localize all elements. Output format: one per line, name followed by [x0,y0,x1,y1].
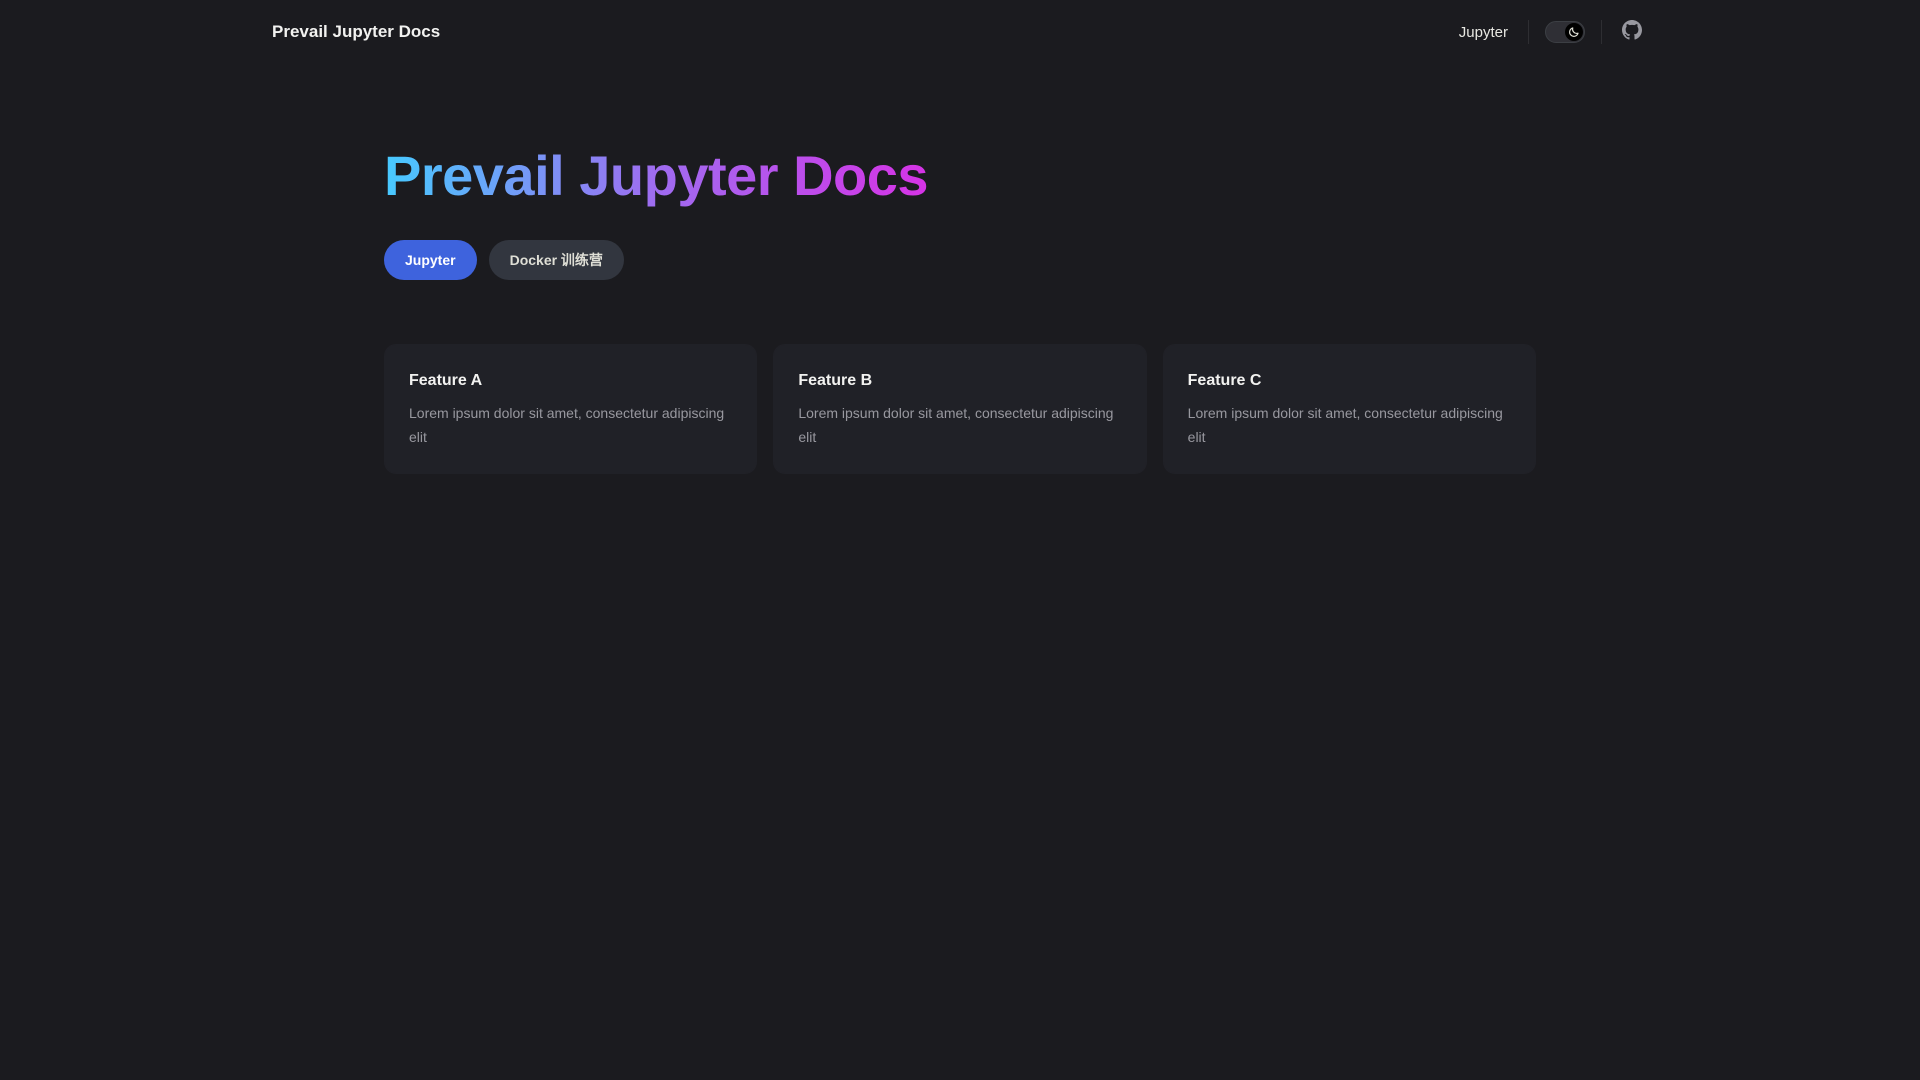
theme-toggle-switch[interactable] [1545,21,1585,43]
nav-link-jupyter[interactable]: Jupyter [1447,24,1520,41]
github-link[interactable] [1614,14,1650,50]
feature-title: Feature C [1187,372,1262,389]
jupyter-button[interactable]: Jupyter [384,240,477,280]
feature-details: Lorem ipsum dolor sit amet, consectetur … [1187,405,1503,445]
nav-divider [1601,20,1602,44]
feature-card-c[interactable]: Feature C Lorem ipsum dolor sit amet, co… [1162,344,1536,474]
hero-section: Prevail Jupyter Docs Jupyter Docker 训练营 [384,136,1536,280]
feature-title: Feature A [409,372,483,389]
nav-divider [1528,20,1529,44]
feature-details: Lorem ipsum dolor sit amet, consectetur … [409,405,725,445]
features-section: Feature A Lorem ipsum dolor sit amet, co… [384,344,1536,474]
github-icon [1622,19,1642,45]
moon-icon [1565,23,1583,41]
feature-title: Feature B [798,372,873,389]
site-title-link[interactable]: Prevail Jupyter Docs [272,0,440,64]
docker-camp-button[interactable]: Docker 训练营 [488,240,624,280]
nav-right: Jupyter [1447,0,1650,64]
feature-card-b[interactable]: Feature B Lorem ipsum dolor sit amet, co… [773,344,1147,474]
hero-title: Prevail Jupyter Docs [384,136,929,216]
hero-actions: Jupyter Docker 训练营 [384,240,1536,280]
feature-card-a[interactable]: Feature A Lorem ipsum dolor sit amet, co… [384,344,758,474]
feature-details: Lorem ipsum dolor sit amet, consectetur … [798,405,1114,445]
navbar: Prevail Jupyter Docs Jupyter [0,0,1920,64]
